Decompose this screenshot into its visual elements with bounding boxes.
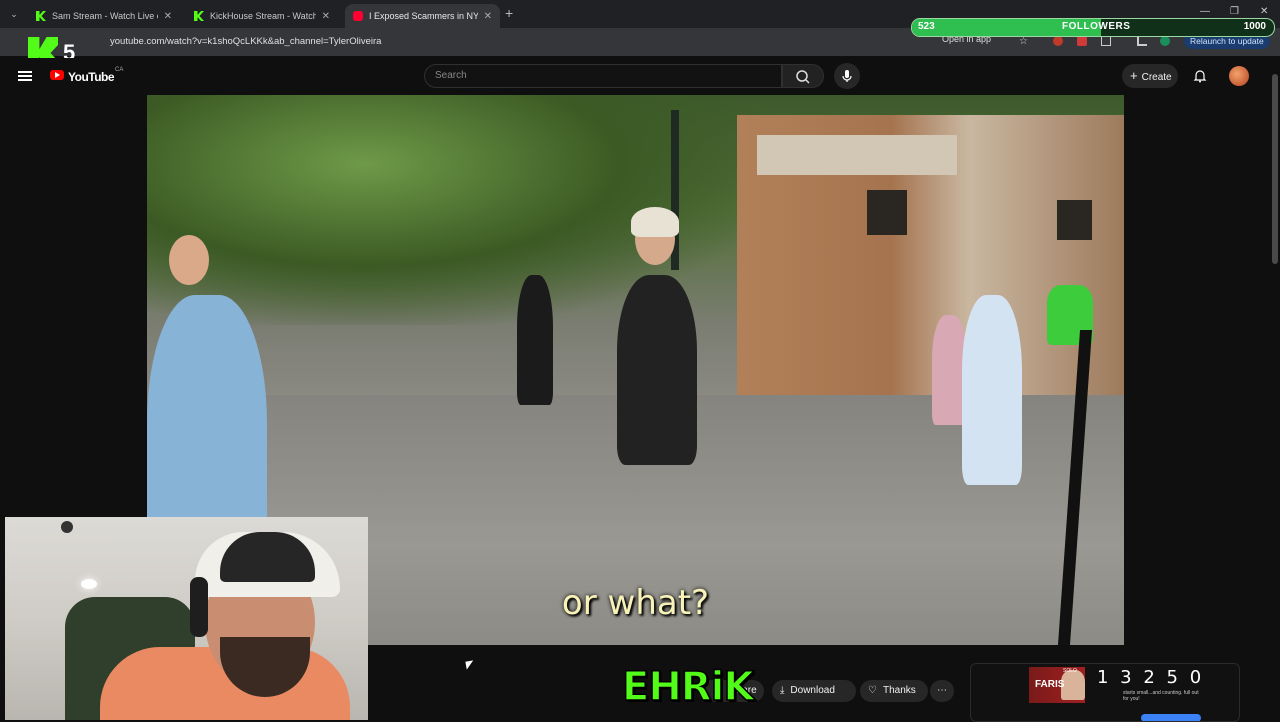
tab-title: KickHouse Stream - Watch Live <box>210 11 316 21</box>
plus-icon: + <box>1130 68 1138 83</box>
close-window-icon[interactable]: ✕ <box>1260 6 1268 17</box>
create-label: Create <box>1141 72 1172 83</box>
search-button[interactable] <box>782 64 824 88</box>
video-scene-person <box>962 295 1022 485</box>
download-icon: ⤓ <box>780 685 785 696</box>
search-placeholder: Search <box>435 70 467 81</box>
restore-icon[interactable]: ❐ <box>1230 6 1239 17</box>
page-scrollbar[interactable] <box>1270 64 1280 720</box>
video-scene-window <box>1057 200 1092 240</box>
ad-cta-button[interactable] <box>1141 714 1201 721</box>
streamer-name-overlay: EHRiK <box>621 663 755 711</box>
webcam-scene-headset <box>190 577 208 637</box>
menu-icon[interactable] <box>18 71 32 81</box>
download-label: Download <box>790 685 835 696</box>
more-icon: ⋯ <box>937 685 947 696</box>
close-tab-icon[interactable]: ✕ <box>484 11 492 22</box>
sponsored-ad-panel[interactable]: SOLO FARIS 1 3 2 5 0 starts small...and … <box>970 663 1240 722</box>
ad-solo-label: SOLO <box>1063 668 1077 674</box>
more-actions-button[interactable]: ⋯ <box>930 680 954 702</box>
notifications-bell-icon[interactable] <box>1193 69 1207 83</box>
youtube-icon <box>353 11 363 21</box>
thanks-button[interactable]: ♡ Thanks <box>860 680 928 702</box>
followers-goal-bar: 523 FOLLOWERS 1000 <box>911 18 1275 37</box>
region-label: CA <box>115 67 124 73</box>
browser-tab-1[interactable]: Sam Stream - Watch Live on Ki ✕ <box>28 4 180 28</box>
mouse-cursor-icon <box>465 660 475 670</box>
ad-brand: FARIS <box>1035 679 1065 690</box>
browser-tab-3-active[interactable]: I Exposed Scammers in NYC ✕ <box>345 4 500 28</box>
followers-count: 523 <box>918 21 935 32</box>
extension-icon[interactable] <box>1053 36 1063 46</box>
ad-portrait-image <box>1061 670 1085 700</box>
video-scene-woman-dress <box>617 275 697 465</box>
new-tab-button[interactable]: + <box>505 5 513 21</box>
bookmark-star-icon[interactable]: ☆ <box>1019 36 1029 47</box>
microphone-icon <box>842 70 852 82</box>
create-button[interactable]: + Create <box>1122 64 1178 88</box>
webcam-scene-light <box>81 579 97 589</box>
tab-search-icon[interactable]: ⌄ <box>6 6 22 22</box>
close-tab-icon[interactable]: ✕ <box>164 11 172 22</box>
kick-icon <box>194 11 204 21</box>
relaunch-label: Relaunch to update <box>1190 36 1264 46</box>
account-avatar[interactable] <box>1229 66 1249 86</box>
youtube-logo-text[interactable]: YouTube <box>68 70 115 84</box>
video-scene-window <box>867 190 907 235</box>
thanks-label: Thanks <box>882 685 916 696</box>
browser-tab-2[interactable]: KickHouse Stream - Watch Live ✕ <box>186 4 338 28</box>
scrollbar-thumb[interactable] <box>1272 74 1278 264</box>
streamer-webcam <box>5 517 368 720</box>
tab-title: Sam Stream - Watch Live on Ki <box>52 11 158 21</box>
youtube-logo-icon[interactable] <box>50 70 64 80</box>
url-field[interactable]: youtube.com/watch?v=k1shoQcLKKk&ab_chann… <box>110 33 910 51</box>
thanks-heart-icon: ♡ <box>868 685 877 696</box>
ad-counter: 1 3 2 5 0 <box>1097 667 1205 688</box>
webcam-scene-camera <box>61 521 73 533</box>
profile-icon[interactable] <box>1160 36 1170 46</box>
search-icon <box>796 70 810 84</box>
extension-icon[interactable] <box>1077 36 1087 46</box>
close-tab-icon[interactable]: ✕ <box>322 11 330 22</box>
extensions-puzzle-icon[interactable] <box>1101 36 1111 46</box>
video-scene-person <box>517 275 553 405</box>
followers-label: FOLLOWERS <box>1062 21 1131 32</box>
media-control-icon[interactable] <box>1137 36 1147 46</box>
minimize-icon[interactable]: — <box>1200 6 1210 17</box>
video-scene-building-cornice <box>757 135 957 175</box>
search-input[interactable] <box>424 64 782 88</box>
followers-goal: 1000 <box>1243 21 1266 32</box>
kick-icon <box>36 11 46 21</box>
tab-title: I Exposed Scammers in NYC <box>369 11 478 21</box>
video-scene-photographer-head <box>169 235 209 285</box>
voice-search-button[interactable] <box>834 63 860 89</box>
ad-tagline: starts small...and counting. full out fo… <box>1123 690 1199 702</box>
video-scene-woman-hair <box>631 207 679 237</box>
download-button[interactable]: ⤓ Download <box>772 680 856 702</box>
